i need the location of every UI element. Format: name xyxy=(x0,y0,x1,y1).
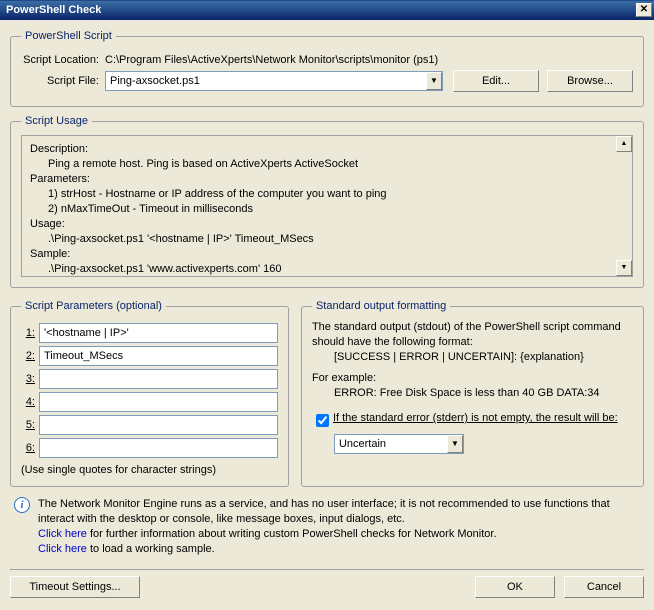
chevron-down-icon[interactable]: ▼ xyxy=(426,72,442,90)
usage-sample-text: .\Ping-axsocket.ps1 'www.activexperts.co… xyxy=(30,262,624,277)
timeout-settings-button[interactable]: Timeout Settings... xyxy=(10,576,140,598)
param-label-5: 5: xyxy=(21,419,39,431)
param-label-1: 1: xyxy=(21,327,39,339)
stdout-example-label: For example: xyxy=(312,371,633,386)
param-input-5[interactable] xyxy=(39,415,278,435)
script-usage-text: Description: Ping a remote host. Ping is… xyxy=(30,142,624,277)
browse-button[interactable]: Browse... xyxy=(547,70,633,92)
params-note: (Use single quotes for character strings… xyxy=(21,464,278,476)
stdout-example-text: ERROR: Free Disk Space is less than 40 G… xyxy=(312,386,633,401)
script-location-value: C:\Program Files\ActiveXperts\Network Mo… xyxy=(105,54,633,66)
info-link-sample-rest: to load a working sample. xyxy=(87,543,215,555)
info-link-sample[interactable]: Click here xyxy=(38,543,87,555)
stdout-format: [SUCCESS | ERROR | UNCERTAIN]: {explanat… xyxy=(312,350,633,365)
param-input-2[interactable] xyxy=(39,346,278,366)
param-input-1[interactable] xyxy=(39,323,278,343)
script-parameters-legend: Script Parameters (optional) xyxy=(21,300,166,312)
usage-sample-label: Sample: xyxy=(30,247,624,262)
standard-output-legend: Standard output formatting xyxy=(312,300,450,312)
param-label-3: 3: xyxy=(21,373,39,385)
usage-usage-text: .\Ping-axsocket.ps1 '<hostname | IP>' Ti… xyxy=(30,232,624,247)
stdout-intro: The standard output (stdout) of the Powe… xyxy=(312,320,633,350)
script-parameters-group: Script Parameters (optional) 1: 2: 3: 4:… xyxy=(10,300,289,487)
script-file-combo[interactable] xyxy=(105,71,443,91)
cancel-button[interactable]: Cancel xyxy=(564,576,644,598)
powershell-script-group: PowerShell Script Script Location: C:\Pr… xyxy=(10,30,644,107)
info-link-more-rest: for further information about writing cu… xyxy=(87,528,497,540)
standard-output-group: Standard output formatting The standard … xyxy=(301,300,644,487)
script-file-label: Script File: xyxy=(21,75,105,87)
info-link-more[interactable]: Click here xyxy=(38,528,87,540)
usage-description-label: Description: xyxy=(30,142,624,157)
param-input-4[interactable] xyxy=(39,392,278,412)
script-location-label: Script Location: xyxy=(21,54,105,66)
param-input-6[interactable] xyxy=(39,438,278,458)
param-label-6: 6: xyxy=(21,442,39,454)
edit-button[interactable]: Edit... xyxy=(453,70,539,92)
script-usage-group: Script Usage Description: Ping a remote … xyxy=(10,115,644,288)
param-label-2: 2: xyxy=(21,350,39,362)
scroll-up-icon[interactable]: ▲ xyxy=(616,136,632,152)
script-usage-box: Description: Ping a remote host. Ping is… xyxy=(21,135,633,277)
close-icon[interactable]: ✕ xyxy=(636,3,652,17)
ok-button[interactable]: OK xyxy=(475,576,555,598)
window-title: PowerShell Check xyxy=(6,4,101,16)
info-text-main: The Network Monitor Engine runs as a ser… xyxy=(38,497,640,527)
param-label-4: 4: xyxy=(21,396,39,408)
script-usage-legend: Script Usage xyxy=(21,115,92,127)
usage-usage-label: Usage: xyxy=(30,217,624,232)
usage-scrollbar[interactable]: ▲ ▼ xyxy=(616,136,632,276)
param-input-3[interactable] xyxy=(39,369,278,389)
chevron-down-icon[interactable]: ▼ xyxy=(447,435,463,453)
usage-param-2: 2) nMaxTimeOut - Timeout in milliseconds xyxy=(30,202,624,217)
usage-param-1: 1) strHost - Hostname or IP address of t… xyxy=(30,187,624,202)
stderr-result-combo[interactable] xyxy=(334,434,464,454)
powershell-script-legend: PowerShell Script xyxy=(21,30,116,42)
usage-description-text: Ping a remote host. Ping is based on Act… xyxy=(30,157,624,172)
info-icon: i xyxy=(14,497,30,513)
scroll-down-icon[interactable]: ▼ xyxy=(616,260,632,276)
stderr-checkbox[interactable] xyxy=(316,414,329,427)
usage-parameters-label: Parameters: xyxy=(30,172,624,187)
stderr-label: If the standard error (stderr) is not em… xyxy=(333,411,618,426)
